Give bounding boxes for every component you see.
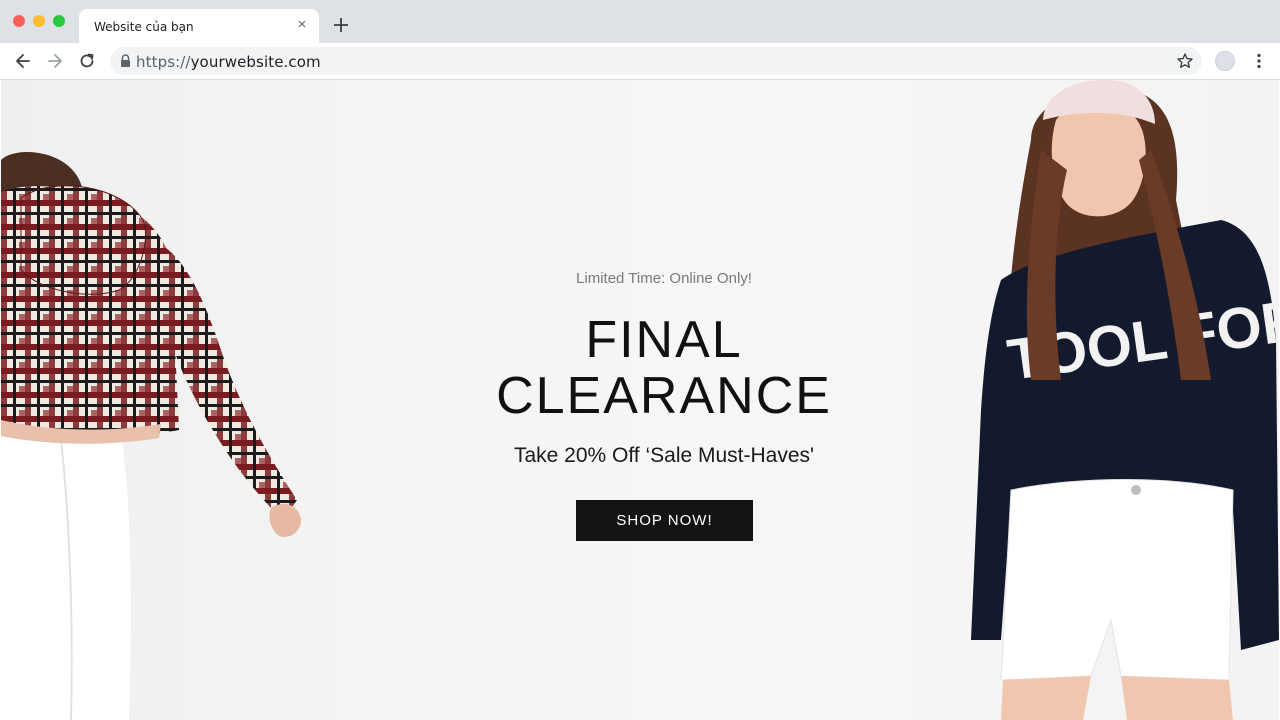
new-tab-icon[interactable]	[331, 15, 351, 35]
hero-subhead: Take 20% Off ‘Sale Must-Haves'	[513, 444, 815, 467]
minimize-window-icon[interactable]	[33, 15, 45, 27]
back-arrow-icon[interactable]	[13, 51, 33, 71]
close-window-icon[interactable]	[13, 15, 25, 27]
browser-tab[interactable]: Website của bạn ×	[79, 9, 319, 43]
hero-banner: Limited Time: Online Only! FINAL CLEARAN…	[1, 80, 1279, 720]
tab-close-icon[interactable]: ×	[295, 17, 309, 32]
maximize-window-icon[interactable]	[53, 15, 65, 27]
browser-toolbar: https://yourwebsite.com	[0, 43, 1280, 80]
hero-headline-line1: FINAL	[585, 311, 743, 369]
hero-headline: FINAL CLEARANCE	[1, 312, 1279, 424]
profile-avatar-icon[interactable]	[1215, 51, 1235, 71]
page-viewport: TOOL FOR YOU Limited Time: Online Only! …	[1, 80, 1279, 720]
hero-headline-line2: CLEARANCE	[496, 367, 832, 425]
browser-title-bar: Website của bạn ×	[0, 0, 1280, 43]
url-host: yourwebsite.com	[190, 53, 321, 71]
url-scheme: https://	[136, 53, 191, 71]
more-options-icon[interactable]	[1249, 51, 1269, 71]
bookmark-star-icon[interactable]	[1176, 52, 1194, 70]
forward-arrow-icon[interactable]	[45, 51, 65, 71]
lock-icon	[121, 54, 130, 67]
shop-now-button[interactable]: SHOP NOW!	[576, 500, 753, 541]
url-text: https://yourwebsite.com	[136, 53, 321, 71]
reload-icon[interactable]	[77, 51, 97, 71]
hero-tagline: Limited Time: Online Only!	[576, 270, 752, 287]
tab-title: Website của bạn	[94, 20, 194, 34]
address-bar[interactable]: https://yourwebsite.com	[110, 47, 1202, 75]
